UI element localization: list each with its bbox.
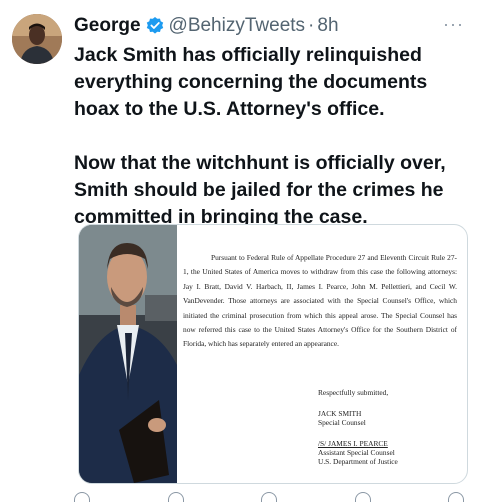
separator-dot: · [308, 15, 315, 36]
signer1-name: JACK SMITH [318, 409, 362, 418]
tweet-text: Jack Smith has officially relinquished e… [74, 42, 474, 231]
signer2-dept: U.S. Department of Justice [318, 457, 398, 466]
author-handle[interactable]: @BehizyTweets [169, 15, 306, 37]
views-icon[interactable] [354, 492, 371, 502]
like-icon[interactable] [261, 492, 277, 502]
timestamp[interactable]: 8h [317, 15, 338, 37]
signer2-name: /S/ JAMES I. PEARCE [318, 439, 388, 448]
verified-badge-icon [145, 16, 165, 36]
tweet-paragraph-2: Now that the witchhunt is officially ove… [74, 152, 446, 228]
signer1-title: Special Counsel [318, 418, 366, 427]
tweet-header: George @BehizyTweets · 8h [74, 14, 339, 38]
document-body: Pursuant to Federal Rule of Appellate Pr… [183, 253, 457, 349]
author-name[interactable]: George [74, 15, 141, 37]
reply-icon[interactable] [74, 492, 90, 502]
signer2-title: Assistant Special Counsel [318, 448, 395, 457]
author-avatar[interactable] [12, 14, 62, 64]
retweet-icon[interactable] [167, 492, 184, 502]
portrait-photo [79, 225, 177, 483]
signature-block: Respectfully submitted, JACK SMITH Speci… [318, 388, 398, 466]
tweet-paragraph-1: Jack Smith has officially relinquished e… [74, 44, 428, 120]
closing-text: Respectfully submitted, [318, 388, 389, 397]
tweet-action-bar [74, 492, 464, 502]
share-icon[interactable] [448, 492, 464, 502]
more-options-icon[interactable]: ··· [443, 14, 464, 35]
tweet-media-image[interactable]: Pursuant to Federal Rule of Appellate Pr… [78, 224, 468, 484]
document-text: Pursuant to Federal Rule of Appellate Pr… [183, 251, 457, 352]
